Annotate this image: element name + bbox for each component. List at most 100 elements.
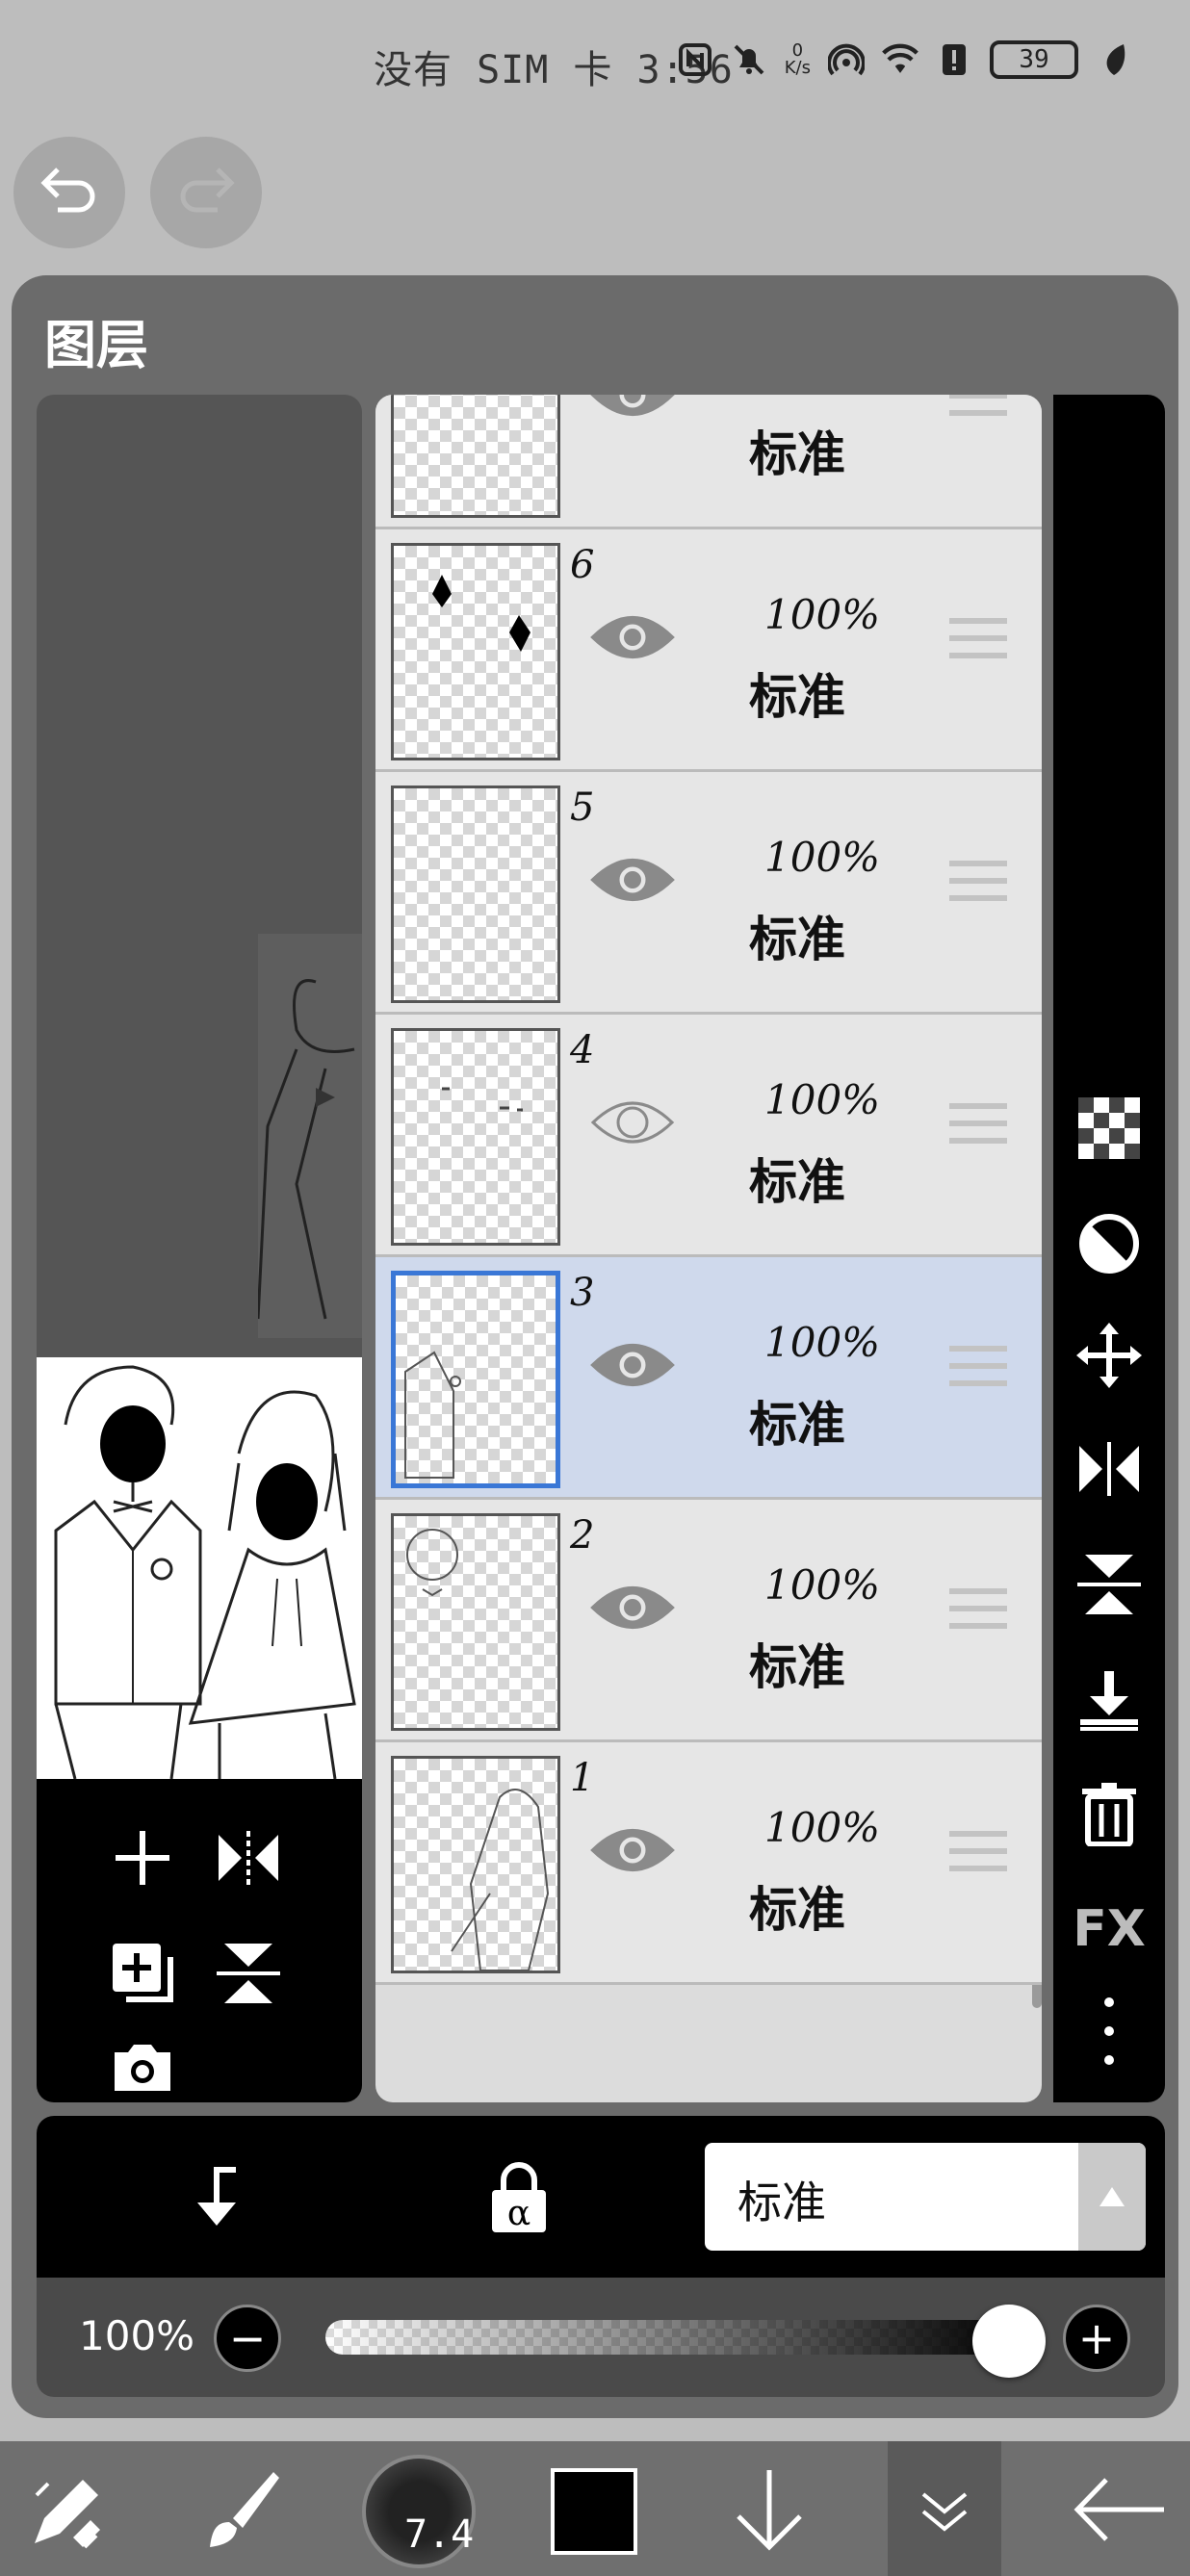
layer-thumbnail[interactable] bbox=[391, 1756, 560, 1973]
layers-panel-button[interactable] bbox=[892, 2457, 997, 2563]
layer-blend-mode: 标准 bbox=[749, 1154, 845, 1210]
checkerboard-icon bbox=[1078, 1097, 1140, 1159]
layer-down-button[interactable] bbox=[716, 2457, 822, 2563]
fx-button[interactable]: FX bbox=[1071, 1891, 1148, 1968]
transparency-button[interactable] bbox=[1071, 1090, 1148, 1167]
more-vertical-icon bbox=[1104, 1997, 1114, 2065]
import-photo-button[interactable] bbox=[102, 2039, 183, 2097]
status-icons: 0 K/s 39 bbox=[677, 40, 1132, 79]
brush-size-indicator[interactable]: 7.4 bbox=[362, 2455, 476, 2568]
drag-handle-icon[interactable] bbox=[949, 1346, 1007, 1394]
opacity-slider[interactable] bbox=[325, 2320, 1019, 2355]
layer-panel: 图层 标准 6 100% 标准 5 100% 标准 4 100% 标准 3 10… bbox=[12, 275, 1178, 2418]
layer-thumbnail[interactable] bbox=[391, 1271, 560, 1488]
flip-horizontal-icon bbox=[219, 1831, 278, 1885]
merge-down-icon bbox=[1080, 1671, 1138, 1731]
eye-icon[interactable] bbox=[589, 1336, 676, 1394]
delete-layer-button[interactable] bbox=[1071, 1775, 1148, 1852]
drag-handle-icon[interactable] bbox=[949, 861, 1007, 909]
layer-blend-mode: 标准 bbox=[749, 1639, 845, 1695]
canvas-preview[interactable] bbox=[37, 395, 362, 2102]
layer-number: 2 bbox=[570, 1513, 595, 1558]
brush-icon bbox=[210, 2472, 279, 2547]
merge-down-button[interactable] bbox=[1071, 1662, 1148, 1739]
drag-handle-icon[interactable] bbox=[949, 1103, 1007, 1151]
back-button[interactable] bbox=[1067, 2457, 1173, 2563]
alpha-lock-button[interactable]: α bbox=[476, 2154, 562, 2241]
eye-icon[interactable] bbox=[589, 608, 676, 666]
layer-opacity: 100% bbox=[764, 591, 881, 638]
preview-toolbar bbox=[37, 1779, 362, 2102]
layer-opacity: 100% bbox=[764, 1319, 881, 1366]
move-icon bbox=[1076, 1323, 1142, 1388]
clipping-toggle-button[interactable] bbox=[173, 2154, 260, 2241]
redo-button[interactable] bbox=[150, 137, 262, 248]
flip-horizontal-icon bbox=[1079, 1442, 1139, 1496]
more-menu-button[interactable] bbox=[1071, 1993, 1148, 2070]
layer-number: 6 bbox=[570, 543, 595, 587]
clipping-button[interactable] bbox=[1071, 1205, 1148, 1282]
layer-opacity: 100% bbox=[764, 1076, 881, 1123]
eye-hidden-icon[interactable] bbox=[589, 1094, 676, 1151]
duplicate-layer-button[interactable] bbox=[102, 1933, 183, 2014]
opacity-bar: 100% − + bbox=[37, 2278, 1165, 2397]
layer-list[interactable]: 7100%标准6100%标准5100%标准4100%标准3100%标准2100%… bbox=[375, 395, 1042, 2102]
layers-chevron-icon bbox=[921, 2492, 968, 2532]
eye-icon[interactable] bbox=[589, 851, 676, 909]
clip-arrow-icon bbox=[197, 2167, 236, 2226]
eye-icon[interactable] bbox=[589, 1821, 676, 1879]
drag-handle-icon[interactable] bbox=[949, 1831, 1007, 1879]
svg-text:α: α bbox=[507, 2194, 530, 2233]
layer-row[interactable]: 3 100% 标准 bbox=[375, 1257, 1042, 1500]
brush-button[interactable] bbox=[189, 2457, 295, 2563]
layer-number: 3 bbox=[570, 1271, 595, 1315]
trash-icon bbox=[1082, 1783, 1136, 1846]
layer-row[interactable]: 1 100% 标准 bbox=[375, 1742, 1042, 1985]
color-swatch[interactable] bbox=[551, 2468, 637, 2555]
tool-switch-button[interactable] bbox=[15, 2457, 121, 2563]
background-sketch bbox=[258, 934, 362, 1338]
opacity-increase-button[interactable]: + bbox=[1063, 2305, 1130, 2372]
duplicate-icon bbox=[113, 1944, 173, 2002]
leaf-icon bbox=[1096, 41, 1132, 78]
layer-thumbnail[interactable] bbox=[391, 1513, 560, 1731]
layer-row[interactable]: 5 100% 标准 bbox=[375, 772, 1042, 1015]
lock-alpha-icon: α bbox=[492, 2162, 546, 2233]
flip-vertical-button[interactable] bbox=[208, 1933, 289, 2014]
layer-row[interactable]: 4 100% 标准 bbox=[375, 1015, 1042, 1257]
layer-thumbnail[interactable] bbox=[391, 395, 560, 518]
layer-thumbnail[interactable] bbox=[391, 1028, 560, 1246]
layer-thumbnail[interactable] bbox=[391, 543, 560, 760]
half-circle-icon bbox=[1079, 1214, 1139, 1274]
layer-blend-mode: 标准 bbox=[749, 669, 845, 725]
drag-handle-icon[interactable] bbox=[949, 1588, 1007, 1636]
layer-row[interactable]: 6 100% 标准 bbox=[375, 529, 1042, 772]
flip-layer-horizontal-button[interactable] bbox=[1071, 1430, 1148, 1507]
nfc-icon bbox=[677, 41, 713, 78]
layer-blend-mode: 标准 bbox=[749, 1882, 845, 1938]
flip-layer-vertical-button[interactable] bbox=[1071, 1546, 1148, 1623]
flip-horizontal-button[interactable] bbox=[208, 1817, 289, 1898]
layer-row[interactable]: 2 100% 标准 bbox=[375, 1500, 1042, 1742]
move-button[interactable] bbox=[1071, 1317, 1148, 1394]
layer-opacity: 100% bbox=[764, 834, 881, 881]
blend-mode-select[interactable]: 标准 bbox=[705, 2143, 1146, 2251]
blend-mode-value: 标准 bbox=[737, 2177, 826, 2228]
drag-handle-icon[interactable] bbox=[949, 395, 1007, 424]
hotspot-icon bbox=[828, 41, 865, 78]
undo-button[interactable] bbox=[13, 137, 125, 248]
canvas-thumbnail bbox=[37, 1357, 362, 1780]
plus-icon bbox=[116, 1831, 169, 1885]
opacity-decrease-button[interactable]: − bbox=[214, 2305, 281, 2372]
eye-icon[interactable] bbox=[589, 395, 676, 424]
layer-opacity: 100% bbox=[764, 395, 880, 396]
alert-icon bbox=[936, 41, 972, 78]
eye-icon[interactable] bbox=[589, 1579, 676, 1636]
layer-row[interactable]: 7100%标准 bbox=[375, 395, 1042, 529]
add-layer-button[interactable] bbox=[102, 1817, 183, 1898]
opacity-slider-knob[interactable] bbox=[972, 2305, 1046, 2378]
triangle-up-icon bbox=[1078, 2143, 1146, 2251]
layer-thumbnail[interactable] bbox=[391, 786, 560, 1003]
wifi-icon bbox=[882, 41, 918, 78]
drag-handle-icon[interactable] bbox=[949, 618, 1007, 666]
